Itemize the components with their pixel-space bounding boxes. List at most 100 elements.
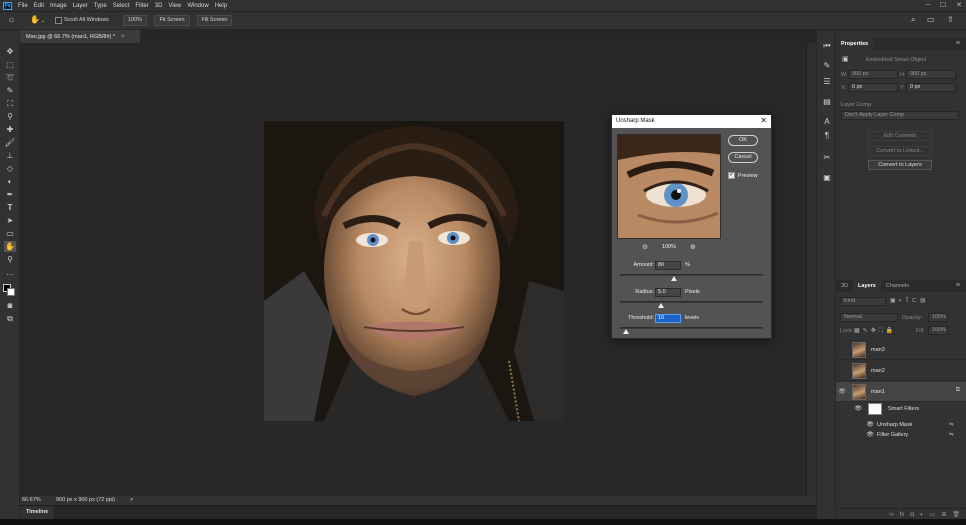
share-icon[interactable]: ⇪	[947, 15, 954, 24]
amount-slider-thumb[interactable]	[671, 276, 678, 281]
layer-row-man2[interactable]: man2	[836, 361, 966, 381]
amount-slider-track[interactable]	[620, 274, 763, 276]
timeline-tab[interactable]: Timeline	[20, 506, 55, 519]
fit-screen-button[interactable]: Fit Screen	[154, 15, 190, 26]
y-field[interactable]: 0 px	[906, 83, 956, 92]
layer-comp-select[interactable]: Don't Apply Layer Comp	[841, 111, 959, 120]
filter-preview[interactable]	[617, 134, 721, 239]
brush-settings-icon[interactable]: ✎	[821, 60, 833, 72]
character-panel-icon[interactable]: A	[821, 116, 833, 128]
hand-tool-icon[interactable]: ✋	[4, 241, 16, 252]
shape-tool-icon[interactable]: ▭	[4, 228, 16, 239]
preview-checkbox[interactable]: ✓	[728, 172, 735, 179]
pen-tool-icon[interactable]: ✒	[4, 189, 16, 200]
adjustments-icon[interactable]: ☰	[821, 76, 833, 88]
close-tab-icon[interactable]: ×	[121, 34, 125, 40]
ok-button[interactable]: OK	[728, 135, 758, 146]
panel-menu-icon[interactable]: ≡	[956, 40, 960, 47]
menu-window[interactable]: Window	[187, 3, 208, 9]
stamp-tool-icon[interactable]: ⊥	[4, 150, 16, 161]
tab-3d[interactable]: 3D	[836, 280, 853, 292]
menu-layer[interactable]: Layer	[73, 3, 88, 9]
menu-file[interactable]: File	[18, 3, 28, 9]
preview-option[interactable]: ✓ Preview	[728, 172, 758, 179]
tab-layers[interactable]: Layers	[853, 280, 881, 292]
lasso-tool-icon[interactable]: ➰	[4, 72, 16, 83]
zoom-tool-icon[interactable]: ⚲	[4, 254, 16, 265]
amount-input[interactable]: 80	[655, 261, 681, 270]
photoshop-logo-icon[interactable]: Ps	[3, 1, 12, 10]
path-selection-tool-icon[interactable]: ➤	[4, 215, 16, 226]
quick-select-tool-icon[interactable]: ✎	[4, 85, 16, 96]
x-field[interactable]: 0 px	[848, 83, 898, 92]
menu-edit[interactable]: Edit	[34, 3, 44, 9]
radius-slider-thumb[interactable]	[658, 303, 665, 308]
fill-screen-button[interactable]: Fill Screen	[197, 15, 232, 26]
zoom-100-button[interactable]: 100%	[123, 15, 147, 26]
menu-view[interactable]: View	[168, 3, 181, 9]
healing-brush-tool-icon[interactable]: ✚	[4, 124, 16, 135]
close-icon[interactable]: ✕	[760, 116, 767, 125]
opacity-field[interactable]: 100%	[928, 313, 948, 322]
menu-type[interactable]: Type	[94, 3, 107, 9]
smart-filters-row[interactable]: 👁 Smart Filters	[836, 402, 966, 415]
dialog-titlebar[interactable]: Unsharp Mask ✕	[612, 115, 771, 128]
vertical-scrollbar[interactable]	[806, 43, 816, 496]
tab-properties[interactable]: Properties	[836, 38, 874, 50]
eye-icon[interactable]: 👁	[836, 421, 874, 428]
fill-field[interactable]: 100%	[928, 326, 948, 335]
tab-channels[interactable]: Channels	[881, 280, 914, 292]
width-field[interactable]: 900 px	[848, 70, 898, 79]
menu-filter[interactable]: Filter	[135, 3, 148, 9]
maximize-button[interactable]: ☐	[940, 1, 946, 9]
layer-row-man3[interactable]: man3	[836, 340, 966, 360]
menu-help[interactable]: Help	[215, 3, 227, 9]
minimize-button[interactable]: –	[926, 1, 930, 9]
menu-select[interactable]: Select	[113, 3, 130, 9]
status-more-arrow[interactable]: >	[130, 497, 133, 503]
lock-icons[interactable]: ▦✎✥⛶🔒	[854, 327, 896, 335]
quick-mask-icon[interactable]: ◙	[4, 300, 16, 311]
workspace-icon[interactable]: ▭	[927, 15, 935, 24]
document-image[interactable]	[264, 121, 564, 421]
edit-contents-button[interactable]: Edit Contents	[868, 131, 932, 141]
zoom-out-icon[interactable]: ⊖	[642, 243, 648, 251]
smart-filter-indicator-icon[interactable]: ⧉	[956, 387, 960, 394]
threshold-slider-thumb[interactable]	[622, 329, 629, 334]
radius-slider-track[interactable]	[620, 301, 763, 303]
scroll-all-windows-checkbox[interactable]	[55, 17, 62, 24]
marquee-tool-icon[interactable]: ⬚	[4, 59, 16, 70]
more-tools-icon[interactable]: …	[4, 267, 16, 278]
eye-icon[interactable]: 👁	[836, 388, 848, 395]
eraser-tool-icon[interactable]: ◇	[4, 163, 16, 174]
cancel-button[interactable]: Cancel	[728, 152, 758, 163]
layers-panel-menu-icon[interactable]: ≡	[956, 282, 960, 289]
convert-to-layers-button[interactable]: Convert to Layers	[868, 160, 932, 170]
paragraph-panel-icon[interactable]: ¶	[821, 130, 833, 142]
search-icon[interactable]: ⌕	[911, 15, 915, 25]
convert-to-linked-button[interactable]: Convert to Linked...	[868, 146, 932, 156]
hand-tool-preset-icon[interactable]: ✋	[30, 15, 40, 24]
menu-3d[interactable]: 3D	[155, 3, 163, 9]
filter-mask-thumbnail[interactable]	[868, 402, 882, 415]
zoom-in-icon[interactable]: ⊕	[690, 243, 696, 251]
eye-icon[interactable]: 👁	[836, 405, 862, 412]
layer-filter-kind[interactable]: Kind	[840, 297, 886, 306]
blend-mode-select[interactable]: Normal	[840, 313, 898, 322]
background-color-swatch[interactable]	[7, 288, 15, 296]
crop-tool-icon[interactable]: ⛶	[4, 98, 16, 109]
filter-row-unsharp-mask[interactable]: 👁 Unsharp Mask ≒	[836, 420, 966, 429]
menu-image[interactable]: Image	[50, 3, 67, 9]
navigator-icon[interactable]: ▣	[821, 172, 833, 184]
close-window-button[interactable]: ✕	[956, 1, 962, 9]
height-field[interactable]: 900 px	[906, 70, 956, 79]
type-tool-icon[interactable]: T	[4, 202, 16, 213]
layer-row-man1[interactable]: 👁 man1 ⧉	[836, 382, 966, 402]
history-panel-icon[interactable]: ⏮	[821, 40, 833, 52]
brush-tool-icon[interactable]: 🖌	[4, 137, 16, 148]
filter-row-filter-gallery[interactable]: 👁 Filter Gallery ≒	[836, 430, 966, 439]
eye-icon[interactable]: 👁	[836, 431, 874, 438]
layer-filter-icons[interactable]: ▣◐T⊏▤	[890, 297, 929, 304]
document-tab[interactable]: Man.jpg @ 66.7% (man1, RGB/8#) * ×	[20, 30, 140, 43]
eyedropper-tool-icon[interactable]: ⚲	[4, 111, 16, 122]
